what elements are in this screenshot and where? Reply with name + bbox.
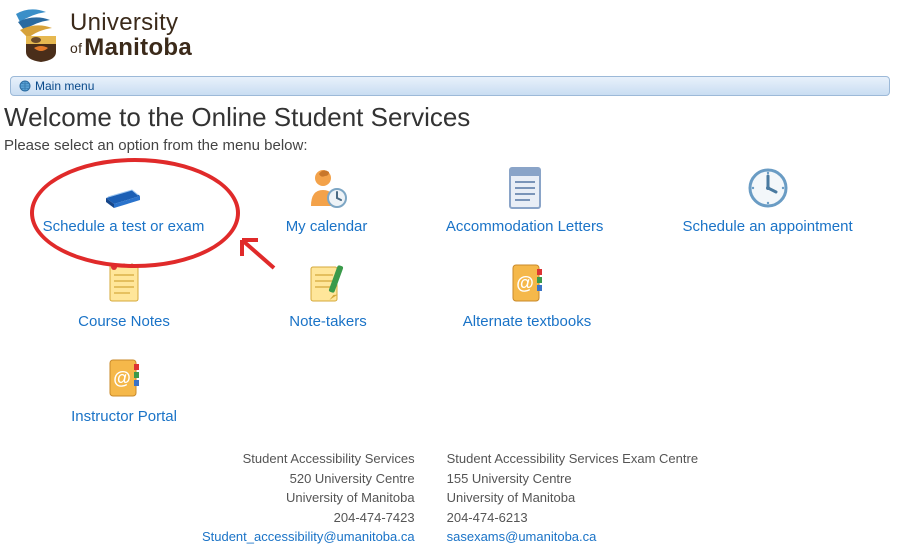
footer-left-phone: 204-474-7423 [202, 508, 415, 528]
tile-calendar[interactable]: My calendar [247, 164, 406, 235]
tile-course-notes[interactable]: Course Notes [4, 259, 244, 330]
page-title: Welcome to the Online Student Services [4, 102, 896, 133]
footer-col-left: Student Accessibility Services 520 Unive… [202, 449, 415, 547]
tile-schedule-appt[interactable]: Schedule an appointment [643, 164, 892, 235]
svg-text:@: @ [516, 273, 534, 293]
tile-link-calendar[interactable]: My calendar [286, 218, 368, 235]
document-lines-icon [410, 164, 639, 212]
person-clock-icon [247, 164, 406, 212]
book-icon [4, 164, 243, 212]
footer-right-phone: 204-474-6213 [447, 508, 698, 528]
footer: Student Accessibility Services 520 Unive… [0, 449, 900, 547]
clock-icon [643, 164, 892, 212]
footer-left-email[interactable]: Student_accessibility@umanitoba.ca [202, 529, 415, 544]
university-logo-icon [12, 8, 62, 62]
footer-left-addr1: 520 University Centre [202, 469, 415, 489]
tile-link-accom-letters[interactable]: Accommodation Letters [446, 218, 604, 235]
menubar: Main menu [10, 76, 890, 96]
footer-right-email[interactable]: sasexams@umanitoba.ca [447, 529, 597, 544]
globe-icon [19, 80, 31, 92]
tile-alt-textbooks[interactable]: @ Alternate textbooks [412, 259, 642, 330]
tile-link-note-takers[interactable]: Note-takers [289, 313, 367, 330]
tile-link-instructor-portal[interactable]: Instructor Portal [71, 408, 177, 425]
address-book-alt-icon: @ [4, 354, 244, 402]
svg-text:@: @ [113, 368, 131, 388]
tile-schedule-test[interactable]: Schedule a test or exam [4, 164, 243, 235]
brand-line-2: ofManitoba [70, 35, 192, 60]
page-subtitle: Please select an option from the menu be… [4, 137, 896, 154]
tile-instructor-portal[interactable]: @ Instructor Portal [4, 354, 244, 425]
site-header: University ofManitoba [0, 0, 900, 70]
address-book-icon: @ [412, 259, 642, 307]
tile-link-course-notes[interactable]: Course Notes [78, 313, 170, 330]
footer-right-addr2: University of Manitoba [447, 488, 698, 508]
university-wordmark: University ofManitoba [70, 10, 192, 60]
footer-left-addr2: University of Manitoba [202, 488, 415, 508]
tile-link-schedule-test[interactable]: Schedule a test or exam [43, 218, 205, 235]
brand-line-1: University [70, 10, 192, 35]
menu-grid: Schedule a test or exam My calendar [4, 164, 896, 425]
tile-note-takers[interactable]: Note-takers [248, 259, 408, 330]
note-pencil-icon [248, 259, 408, 307]
main-menu-link[interactable]: Main menu [35, 79, 94, 93]
tile-link-schedule-appt[interactable]: Schedule an appointment [682, 218, 852, 235]
tile-link-alt-textbooks[interactable]: Alternate textbooks [463, 313, 591, 330]
footer-right-addr1: 155 University Centre [447, 469, 698, 489]
footer-col-right: Student Accessibility Services Exam Cent… [447, 449, 698, 547]
tile-accom-letters[interactable]: Accommodation Letters [410, 164, 639, 235]
footer-right-name: Student Accessibility Services Exam Cent… [447, 449, 698, 469]
footer-left-name: Student Accessibility Services [202, 449, 415, 469]
notepad-icon [4, 259, 244, 307]
